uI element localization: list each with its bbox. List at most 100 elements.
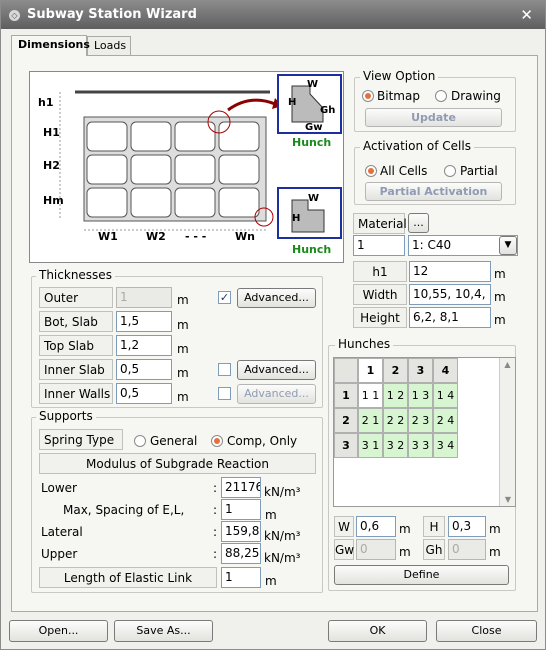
inner-slab-label: Inner Slab	[39, 359, 113, 380]
upper-colon: :	[213, 547, 218, 561]
height-label: Height	[353, 307, 407, 328]
grid-cell[interactable]: 3 4	[433, 433, 458, 458]
inner-slab-advanced-button[interactable]: Advanced...	[237, 360, 316, 380]
inner-slab-advanced-checkbox[interactable]	[218, 363, 231, 376]
scroll-up-icon[interactable]: ▲	[500, 360, 515, 369]
label-hunch2-H: H	[292, 213, 301, 224]
outer-advanced-checkbox[interactable]: ✓	[218, 291, 231, 304]
height-input[interactable]: 6,2, 8,1	[409, 307, 491, 328]
grid-cell[interactable]: 2 1	[358, 408, 383, 433]
all-cells-radio[interactable]	[365, 165, 377, 177]
hunch-W-input[interactable]: 0,6	[356, 516, 396, 537]
wizard-window: ◇ Subway Station Wizard ✕ Dimensions Loa…	[0, 0, 546, 650]
material-dots-button[interactable]: ...	[408, 213, 429, 233]
partial-radio[interactable]	[444, 165, 456, 177]
title-bar[interactable]: ◇ Subway Station Wizard ✕	[1, 1, 545, 29]
thicknesses-title: Thicknesses	[36, 268, 115, 282]
grid-cell[interactable]: 2 3	[408, 408, 433, 433]
inner-walls-input[interactable]: 0,5	[116, 383, 172, 404]
chevron-down-icon[interactable]: ▼	[499, 236, 517, 255]
grid-cell[interactable]: 1 4	[433, 383, 458, 408]
save-as-button[interactable]: Save As...	[114, 620, 213, 642]
hunch-H-input[interactable]: 0,3	[448, 516, 486, 537]
upper-input[interactable]: 88,2599	[221, 543, 261, 564]
label-Hm: Hm	[43, 194, 64, 207]
hunch-Gh-input[interactable]: 0	[448, 539, 486, 560]
partial-activation-button[interactable]: Partial Activation	[365, 182, 502, 201]
inner-walls-advanced-checkbox[interactable]	[218, 387, 231, 400]
activation-title: Activation of Cells	[360, 139, 474, 153]
grid-cell[interactable]: 3 1	[358, 433, 383, 458]
hunch-W-unit: m	[399, 522, 411, 536]
label-H1: H1	[43, 126, 60, 139]
hunch-arrow	[227, 98, 276, 112]
ok-button[interactable]: OK	[328, 620, 427, 642]
grid-row-header[interactable]: 2	[334, 408, 358, 433]
max-spacing-input[interactable]: 1	[221, 499, 261, 520]
tab-dimensions[interactable]: Dimensions	[11, 35, 90, 56]
update-button[interactable]: Update	[365, 108, 502, 127]
all-cells-label: All Cells	[380, 164, 428, 178]
lateral-input[interactable]: 159,848	[221, 521, 261, 542]
label-W1: W1	[98, 230, 118, 243]
material-id-input[interactable]: 1	[353, 235, 405, 256]
h1-label: h1	[353, 261, 407, 282]
elastic-link-unit: m	[265, 574, 277, 588]
grid-row-header[interactable]: 1	[334, 383, 358, 408]
lateral-label: Lateral	[41, 525, 83, 539]
upper-label: Upper	[41, 547, 78, 561]
label-hunch-W: W	[307, 79, 319, 90]
width-unit: m	[494, 290, 506, 304]
lower-input[interactable]: 211765	[221, 477, 261, 498]
grid-corner	[334, 358, 358, 383]
grid-col-header[interactable]: 3	[408, 358, 433, 383]
partial-label: Partial	[460, 164, 498, 178]
station-diagram: h1 H1 H2 Hm W1 W2 - - - Wn W H Gh Gw Hun…	[29, 71, 344, 263]
grid-scrollbar[interactable]: ▲ ▼	[499, 358, 515, 506]
h1-input[interactable]: 12	[409, 261, 491, 282]
grid-cell[interactable]: 1 1	[358, 383, 383, 408]
outer-advanced-button[interactable]: Advanced...	[237, 288, 316, 308]
material-label: Material	[353, 213, 407, 234]
lower-label: Lower	[41, 481, 77, 495]
grid-row-header[interactable]: 3	[334, 433, 358, 458]
close-icon[interactable]: ✕	[520, 6, 533, 24]
label-H2: H2	[43, 159, 60, 172]
grid-cell[interactable]: 3 3	[408, 433, 433, 458]
hunch-H-label: H	[423, 516, 445, 537]
grid-cell[interactable]: 1 2	[383, 383, 408, 408]
define-button[interactable]: Define	[334, 565, 509, 585]
inner-walls-advanced-button[interactable]: Advanced...	[237, 384, 316, 404]
close-button[interactable]: Close	[436, 620, 537, 642]
hunch-Gw-input[interactable]: 0	[356, 539, 396, 560]
lateral-colon: :	[213, 525, 218, 539]
tab-loads[interactable]: Loads	[87, 36, 131, 55]
grid-col-header[interactable]: 4	[433, 358, 458, 383]
window-title: Subway Station Wizard	[27, 7, 197, 22]
grid-cell[interactable]: 2 4	[433, 408, 458, 433]
elastic-link-input[interactable]: 1	[221, 567, 261, 588]
grid-cell[interactable]: 3 2	[383, 433, 408, 458]
inner-slab-input[interactable]: 0,5	[116, 359, 172, 380]
grid-cell[interactable]: 2 2	[383, 408, 408, 433]
width-input[interactable]: 10,55, 10,4, 9,	[409, 284, 491, 305]
grid-col-header[interactable]: 1	[358, 358, 383, 383]
grid-cell[interactable]: 1 3	[408, 383, 433, 408]
inner-walls-unit: m	[177, 390, 189, 404]
outer-walls-label: Outer Walls	[39, 287, 113, 325]
scroll-down-icon[interactable]: ▼	[500, 495, 516, 504]
open-button[interactable]: Open...	[9, 620, 108, 642]
drawing-radio[interactable]	[435, 90, 447, 102]
label-W2: W2	[146, 230, 166, 243]
modulus-title: Modulus of Subgrade Reaction	[39, 453, 316, 474]
bot-slab-input[interactable]: 1,5	[116, 311, 172, 332]
grid-col-header[interactable]: 2	[383, 358, 408, 383]
comp-only-radio[interactable]	[211, 435, 223, 447]
bitmap-radio[interactable]	[362, 90, 374, 102]
label-hunch2-W: W	[308, 193, 320, 204]
hunch-Gh-label: Gh	[423, 539, 445, 560]
top-slab-input[interactable]: 1,2	[116, 335, 172, 356]
general-radio[interactable]	[134, 435, 146, 447]
outer-walls-input[interactable]: 1	[116, 287, 172, 308]
bot-slab-unit: m	[177, 318, 189, 332]
